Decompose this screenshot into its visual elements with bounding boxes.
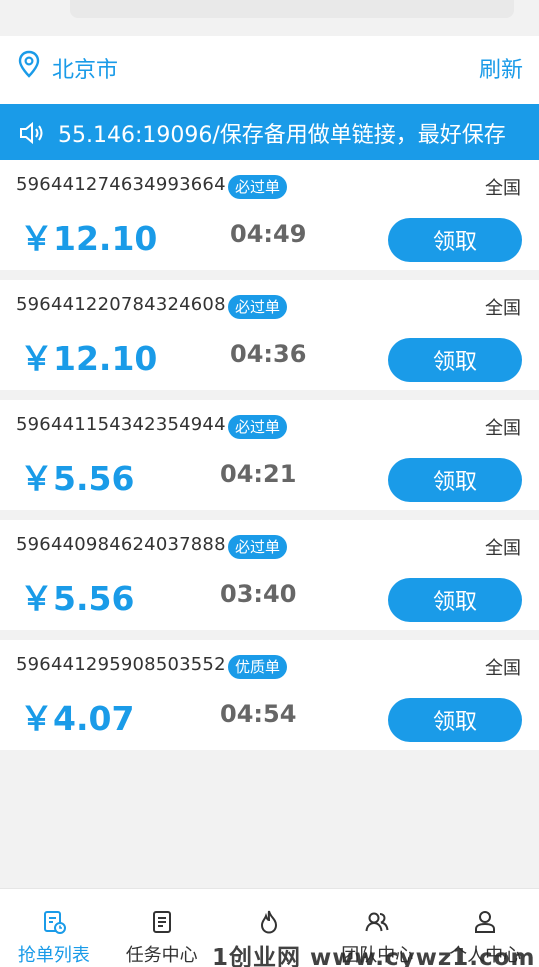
order-id: 596441220784324608 [16, 294, 226, 315]
tab-order-list[interactable]: 抢单列表 [0, 889, 108, 967]
tab-label: 抢单列表 [17, 945, 90, 966]
location-icon [28, 0, 50, 4]
order-list: 596441274634993664 必过单 全国 ￥12.10 04:49 领… [0, 160, 539, 760]
order-price: ￥5.56 [20, 459, 135, 498]
order-price: ￥12.10 [20, 219, 158, 258]
claim-button[interactable]: 领取 [388, 338, 522, 382]
watermark-text: 1创业网 www.cywz1.com [212, 945, 536, 967]
person-icon [475, 911, 496, 933]
order-card: 596441220784324608 必过单 全国 ￥12.10 04:36 领… [0, 280, 539, 390]
order-id: 596441154342354944 [16, 414, 226, 435]
order-card: 596440984624037888 必过单 全国 ￥5.56 03:40 领取 [0, 520, 539, 630]
top-bar [0, 0, 539, 36]
city-label[interactable]: 北京市 [52, 52, 118, 84]
speaker-icon [20, 121, 43, 145]
task-doc-icon [152, 911, 171, 933]
order-countdown: 04:36 [230, 340, 307, 368]
order-region: 全国 [485, 658, 521, 679]
claim-button[interactable]: 领取 [388, 578, 522, 622]
order-list-icon [43, 911, 66, 934]
order-card: 596441154342354944 必过单 全国 ￥5.56 04:21 领取 [0, 400, 539, 510]
order-countdown: 04:49 [230, 220, 307, 248]
search-input[interactable] [70, 0, 514, 18]
team-icon [365, 912, 389, 932]
order-tag-badge: 必过单 [228, 295, 288, 319]
order-card: 596441295908503552 优质单 全国 ￥4.07 04:54 领取 [0, 640, 539, 750]
tab-label: 任务中心 [125, 945, 198, 966]
order-countdown: 04:54 [220, 700, 297, 728]
tab-task-center[interactable]: 任务中心 [108, 889, 216, 967]
claim-button[interactable]: 领取 [388, 698, 522, 742]
order-price: ￥4.07 [20, 699, 135, 738]
order-region: 全国 [485, 298, 521, 319]
notice-banner: 55.146:19096/保存备用做单链接，最好保存 [0, 104, 539, 160]
order-tag-badge: 必过单 [228, 535, 288, 559]
notice-text: 55.146:19096/保存备用做单链接，最好保存 [58, 123, 506, 148]
order-tag-badge: 必过单 [228, 415, 288, 439]
order-tag-badge: 优质单 [228, 655, 288, 679]
fire-icon [261, 910, 278, 934]
order-price: ￥12.10 [20, 339, 158, 378]
refresh-button[interactable]: 刷新 [479, 52, 523, 84]
order-region: 全国 [485, 538, 521, 559]
claim-button[interactable]: 领取 [388, 458, 522, 502]
order-tag-badge: 必过单 [228, 175, 288, 199]
order-price: ￥5.56 [20, 579, 135, 618]
order-countdown: 03:40 [220, 580, 297, 608]
order-card: 596441274634993664 必过单 全国 ￥12.10 04:49 领… [0, 160, 539, 270]
order-id: 596441274634993664 [16, 174, 226, 195]
order-id: 596440984624037888 [16, 534, 226, 555]
location-pin-icon [18, 50, 40, 78]
order-countdown: 04:21 [220, 460, 297, 488]
claim-button[interactable]: 领取 [388, 218, 522, 262]
location-bar: 北京市 刷新 [0, 36, 539, 104]
order-region: 全国 [485, 178, 521, 199]
order-id: 596441295908503552 [16, 654, 226, 675]
order-region: 全国 [485, 418, 521, 439]
